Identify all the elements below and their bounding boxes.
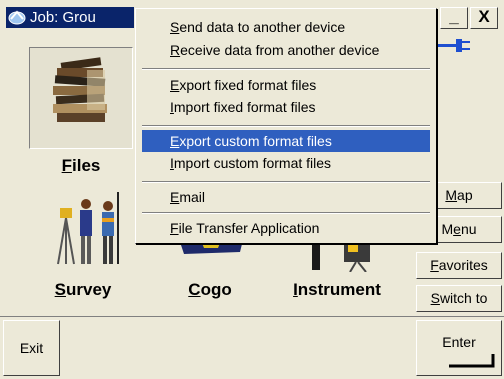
enter-button[interactable]: Enter bbox=[416, 320, 502, 376]
window-title-text: Job: Grou bbox=[30, 9, 96, 26]
menu-item-export-fixed[interactable]: Export fixed format files bbox=[142, 74, 430, 96]
menu-item-import-custom[interactable]: Import custom format files bbox=[142, 152, 430, 174]
instrument-label: Instrument bbox=[293, 280, 381, 299]
menu-separator bbox=[142, 68, 430, 70]
switch-to-button[interactable]: Switch to bbox=[416, 285, 502, 312]
screen: Job: Grou _ X Files Survey Cogo Instrume… bbox=[0, 0, 504, 379]
window-buttons: _ X bbox=[436, 7, 500, 29]
menu-item-send-data[interactable]: Send data to another device bbox=[142, 16, 430, 38]
cogo-tile[interactable]: Cogo bbox=[160, 236, 260, 306]
menu-separator bbox=[142, 212, 430, 214]
window-title[interactable]: Job: Grou bbox=[6, 7, 134, 28]
menu-item-receive-data[interactable]: Receive data from another device bbox=[142, 39, 430, 61]
files-label: Files bbox=[61, 156, 101, 175]
menu-item-import-fixed[interactable]: Import fixed format files bbox=[142, 96, 430, 118]
enter-arrow-icon bbox=[449, 354, 495, 368]
menu-item-email[interactable]: Email bbox=[142, 186, 430, 208]
menu-separator bbox=[142, 125, 430, 127]
favorites-button[interactable]: Favorites bbox=[416, 252, 502, 279]
survey-tile[interactable]: Survey bbox=[28, 188, 138, 304]
cogo-label: Cogo bbox=[188, 280, 232, 299]
connection-icon bbox=[438, 39, 470, 52]
survey-label: Survey bbox=[54, 280, 112, 299]
survey-icon bbox=[57, 192, 119, 265]
menu-item-export-custom[interactable]: Export custom format files bbox=[142, 130, 430, 152]
exit-button[interactable]: Exit bbox=[3, 320, 60, 376]
close-button[interactable]: X bbox=[470, 7, 498, 29]
instrument-tile[interactable]: Instrument bbox=[276, 236, 398, 306]
menu-separator bbox=[142, 181, 430, 183]
menu-item-file-transfer[interactable]: File Transfer Application bbox=[142, 217, 430, 239]
context-menu: Send data to another device Receive data… bbox=[135, 8, 437, 244]
bottom-bar: Exit Enter bbox=[0, 316, 504, 379]
enter-label: Enter bbox=[442, 334, 476, 350]
app-icon bbox=[8, 10, 26, 25]
files-icon bbox=[53, 57, 107, 122]
files-tile[interactable]: Files bbox=[29, 47, 133, 175]
minimize-button[interactable]: _ bbox=[440, 7, 468, 29]
